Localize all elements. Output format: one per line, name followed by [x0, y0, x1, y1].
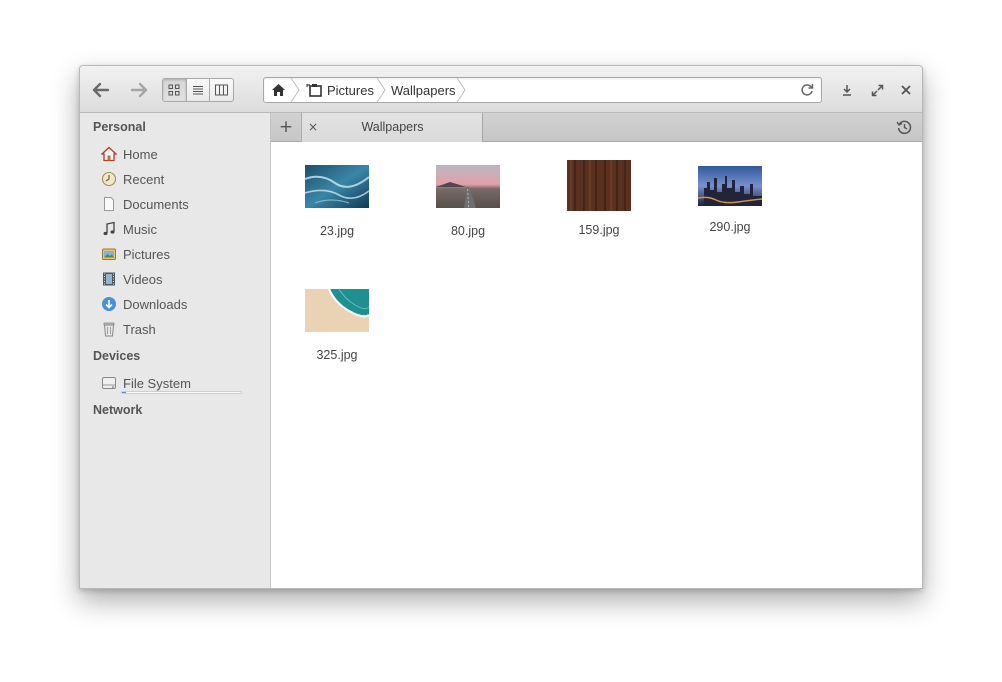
file-item[interactable]: 325.jpg: [283, 288, 391, 362]
back-button[interactable]: [90, 79, 112, 101]
file-item[interactable]: 80.jpg: [414, 164, 522, 238]
home-icon: [101, 146, 117, 162]
forward-button[interactable]: [128, 79, 150, 101]
maximize-button[interactable]: [866, 79, 888, 101]
download-button[interactable]: [836, 79, 858, 101]
sidebar-item-file-system[interactable]: File System: [101, 373, 191, 393]
breadcrumb-pictures[interactable]: Pictures: [305, 78, 374, 102]
pictures-icon: [101, 246, 117, 262]
list-icon: [193, 86, 203, 95]
file-name: 23.jpg: [319, 224, 355, 238]
tab-label: Wallpapers: [361, 120, 424, 134]
breadcrumb-label: Wallpapers: [391, 82, 456, 98]
view-switcher: [162, 78, 234, 102]
sidebar-item-label: Videos: [123, 271, 163, 287]
tab-wallpapers[interactable]: × Wallpapers: [302, 113, 483, 142]
sidebar-item-label: File System: [123, 375, 191, 391]
reload-button[interactable]: [798, 78, 816, 102]
music-icon: [101, 221, 117, 237]
sidebar: Personal Home Recent Documents Music Pic…: [80, 113, 271, 588]
pictures-folder-icon: [306, 84, 322, 97]
close-button[interactable]: [895, 79, 917, 101]
file-name: 290.jpg: [709, 220, 751, 234]
image-thumbnail: [305, 165, 369, 208]
sidebar-item-trash[interactable]: Trash: [101, 319, 156, 339]
breadcrumb-home[interactable]: [268, 78, 288, 102]
sidebar-item-downloads[interactable]: Downloads: [101, 294, 187, 314]
column-view-button[interactable]: [210, 79, 233, 101]
sidebar-item-label: Home: [123, 146, 158, 162]
header-bar: Pictures Wallpapers: [80, 66, 922, 113]
home-icon: [271, 84, 285, 96]
drive-icon: [101, 375, 117, 391]
videos-icon: [101, 271, 117, 287]
reload-icon: [801, 84, 814, 96]
breadcrumb-separator: [290, 78, 300, 102]
breadcrumb-label: Pictures: [327, 82, 374, 98]
sidebar-heading-network: Network: [93, 403, 143, 417]
file-name: 159.jpg: [578, 223, 620, 237]
plus-icon: +: [278, 117, 294, 137]
sidebar-item-music[interactable]: Music: [101, 219, 157, 239]
sidebar-item-label: Pictures: [123, 246, 170, 262]
maximize-icon: [871, 84, 883, 96]
breadcrumb-wallpapers[interactable]: Wallpapers: [391, 78, 456, 102]
icon-view-button[interactable]: [163, 79, 187, 101]
file-manager-window: Pictures Wallpapers Personal Home Recent…: [79, 65, 923, 589]
arrow-left-icon: [92, 82, 110, 98]
sidebar-item-label: Trash: [123, 321, 156, 337]
breadcrumb-separator: [376, 78, 386, 102]
close-icon: [901, 85, 911, 95]
trash-icon: [101, 321, 117, 337]
usage-fill: [122, 392, 126, 393]
grid-icon: [168, 84, 180, 96]
sidebar-item-recent[interactable]: Recent: [101, 169, 164, 189]
file-system-usage-bar: [121, 391, 242, 394]
image-thumbnail: [567, 160, 631, 211]
tab-bar: + × Wallpapers: [271, 113, 922, 142]
history-icon: [896, 120, 912, 135]
breadcrumb-separator: [456, 78, 466, 102]
sidebar-item-label: Music: [123, 221, 157, 237]
download-icon: [843, 85, 851, 96]
arrow-right-icon: [130, 82, 148, 98]
sidebar-item-label: Recent: [123, 171, 165, 187]
file-item[interactable]: 159.jpg: [545, 160, 653, 237]
downloads-icon: [101, 296, 117, 312]
list-view-button[interactable]: [187, 79, 211, 101]
image-thumbnail: [436, 165, 500, 208]
image-thumbnail: [698, 166, 762, 206]
file-name: 325.jpg: [316, 348, 358, 362]
sidebar-item-home[interactable]: Home: [101, 144, 158, 164]
recent-icon: [101, 171, 117, 187]
history-button[interactable]: [896, 119, 912, 139]
path-bar[interactable]: Pictures Wallpapers: [263, 77, 822, 103]
sidebar-item-pictures[interactable]: Pictures: [101, 244, 170, 264]
sidebar-item-documents[interactable]: Documents: [101, 194, 189, 214]
sidebar-heading-personal: Personal: [93, 120, 146, 134]
image-thumbnail: [305, 289, 369, 332]
file-item[interactable]: 290.jpg: [676, 166, 784, 234]
sidebar-item-videos[interactable]: Videos: [101, 269, 163, 289]
sidebar-heading-devices: Devices: [93, 349, 141, 363]
documents-icon: [101, 196, 117, 212]
file-item[interactable]: 23.jpg: [283, 164, 391, 238]
new-tab-button[interactable]: +: [271, 113, 302, 141]
sidebar-item-label: Downloads: [123, 296, 188, 312]
file-grid: 23.jpg 80.jpg 159.jpg 290.jpg 325.jpg: [271, 142, 922, 588]
columns-icon: [215, 84, 229, 96]
file-name: 80.jpg: [450, 224, 486, 238]
sidebar-item-label: Documents: [123, 196, 189, 212]
